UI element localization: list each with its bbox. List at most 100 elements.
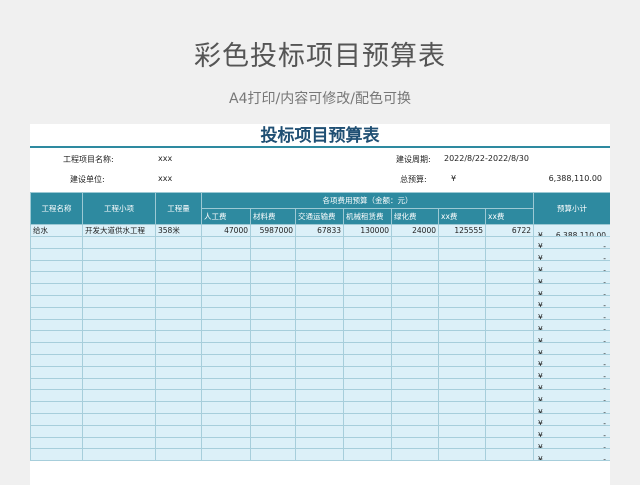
cell-subtotal[interactable]: ¥ -: [533, 448, 610, 462]
cell-item[interactable]: [82, 412, 156, 426]
cell-cost[interactable]: [250, 353, 296, 367]
cell-qty[interactable]: [155, 294, 202, 308]
cell-item[interactable]: [82, 259, 156, 273]
cell-name[interactable]: [30, 271, 83, 285]
cell-cost[interactable]: [250, 412, 296, 426]
cell-cost[interactable]: [250, 365, 296, 379]
cell-cost[interactable]: [485, 271, 534, 285]
cell-cost[interactable]: [438, 377, 486, 391]
cell-cost[interactable]: [438, 306, 486, 320]
cell-cost[interactable]: [295, 271, 344, 285]
cell-cost[interactable]: [343, 424, 392, 438]
cell-cost[interactable]: [438, 401, 486, 414]
cell-cost[interactable]: [343, 271, 392, 285]
cell-subtotal[interactable]: ¥ -: [533, 342, 610, 355]
cell-cost[interactable]: [485, 448, 534, 462]
cell-cost[interactable]: [295, 412, 344, 426]
cell-cost[interactable]: [391, 424, 439, 438]
cell-cost[interactable]: [250, 247, 296, 261]
cell-cost[interactable]: [485, 259, 534, 273]
cell-cost[interactable]: [343, 306, 392, 320]
cell-name[interactable]: [30, 330, 83, 344]
cell-item[interactable]: [82, 436, 156, 450]
cell-qty[interactable]: [155, 401, 202, 414]
cell-cost[interactable]: [201, 236, 251, 249]
cell-cost[interactable]: [250, 424, 296, 438]
cell-cost[interactable]: [295, 377, 344, 391]
cell-cost[interactable]: [343, 236, 392, 249]
cell-cost[interactable]: [343, 365, 392, 379]
cell-qty[interactable]: [155, 306, 202, 320]
cell-cost[interactable]: [250, 259, 296, 273]
cell-cost[interactable]: 24000: [391, 224, 439, 237]
cell-qty[interactable]: [155, 389, 202, 403]
cell-cost[interactable]: [485, 306, 534, 320]
cell-cost[interactable]: [343, 283, 392, 296]
cell-cost[interactable]: [250, 448, 296, 462]
cell-cost[interactable]: [391, 389, 439, 403]
cell-cost[interactable]: [295, 365, 344, 379]
cell-name[interactable]: [30, 259, 83, 273]
cell-cost[interactable]: [295, 448, 344, 462]
cell-cost[interactable]: [485, 353, 534, 367]
cell-cost[interactable]: [485, 401, 534, 414]
cell-cost[interactable]: [343, 412, 392, 426]
cell-name[interactable]: [30, 424, 83, 438]
cell-cost[interactable]: [295, 342, 344, 355]
cell-cost[interactable]: [201, 448, 251, 462]
cell-cost[interactable]: [438, 389, 486, 403]
cell-qty[interactable]: [155, 271, 202, 285]
cell-cost[interactable]: [343, 377, 392, 391]
cell-cost[interactable]: [201, 401, 251, 414]
cell-cost[interactable]: [438, 342, 486, 355]
cell-cost[interactable]: [250, 389, 296, 403]
cell-item[interactable]: [82, 318, 156, 332]
cell-cost[interactable]: [295, 306, 344, 320]
cell-cost[interactable]: [295, 389, 344, 403]
cell-cost[interactable]: [343, 247, 392, 261]
cell-cost[interactable]: [250, 283, 296, 296]
cell-cost[interactable]: [343, 436, 392, 450]
cell-item[interactable]: [82, 424, 156, 438]
cell-subtotal[interactable]: ¥ -: [533, 436, 610, 450]
cell-item[interactable]: [82, 365, 156, 379]
cell-cost[interactable]: [201, 412, 251, 426]
cell-qty[interactable]: [155, 365, 202, 379]
cell-cost[interactable]: [391, 259, 439, 273]
cell-cost[interactable]: [438, 318, 486, 332]
cell-cost[interactable]: [438, 448, 486, 462]
cell-name[interactable]: [30, 318, 83, 332]
cell-qty[interactable]: [155, 259, 202, 273]
cell-item[interactable]: [82, 342, 156, 355]
cell-qty[interactable]: [155, 436, 202, 450]
cell-cost[interactable]: [391, 318, 439, 332]
cell-item[interactable]: [82, 401, 156, 414]
cell-item[interactable]: [82, 330, 156, 344]
cell-name[interactable]: [30, 294, 83, 308]
cell-cost[interactable]: [295, 353, 344, 367]
cell-cost[interactable]: [201, 283, 251, 296]
cell-subtotal[interactable]: ¥ -: [533, 377, 610, 391]
cell-item[interactable]: [82, 389, 156, 403]
cell-cost[interactable]: 47000: [201, 224, 251, 237]
cell-cost[interactable]: [438, 247, 486, 261]
cell-cost[interactable]: [343, 259, 392, 273]
cell-cost[interactable]: [201, 306, 251, 320]
cell-subtotal[interactable]: ¥ -: [533, 306, 610, 320]
cell-cost[interactable]: [250, 377, 296, 391]
cell-cost[interactable]: [295, 236, 344, 249]
cell-cost[interactable]: [295, 294, 344, 308]
cell-cost[interactable]: [485, 389, 534, 403]
cell-cost[interactable]: [391, 401, 439, 414]
cell-cost[interactable]: [391, 377, 439, 391]
cell-cost[interactable]: [391, 365, 439, 379]
cell-subtotal[interactable]: ¥ -: [533, 283, 610, 296]
cell-cost[interactable]: [343, 330, 392, 344]
cell-cost[interactable]: [250, 318, 296, 332]
cell-cost[interactable]: [438, 294, 486, 308]
cell-item[interactable]: 开发大道供水工程: [82, 224, 156, 237]
cell-cost[interactable]: [485, 424, 534, 438]
cell-item[interactable]: [82, 283, 156, 296]
cell-subtotal[interactable]: ¥ -: [533, 330, 610, 344]
cell-name[interactable]: [30, 236, 83, 249]
